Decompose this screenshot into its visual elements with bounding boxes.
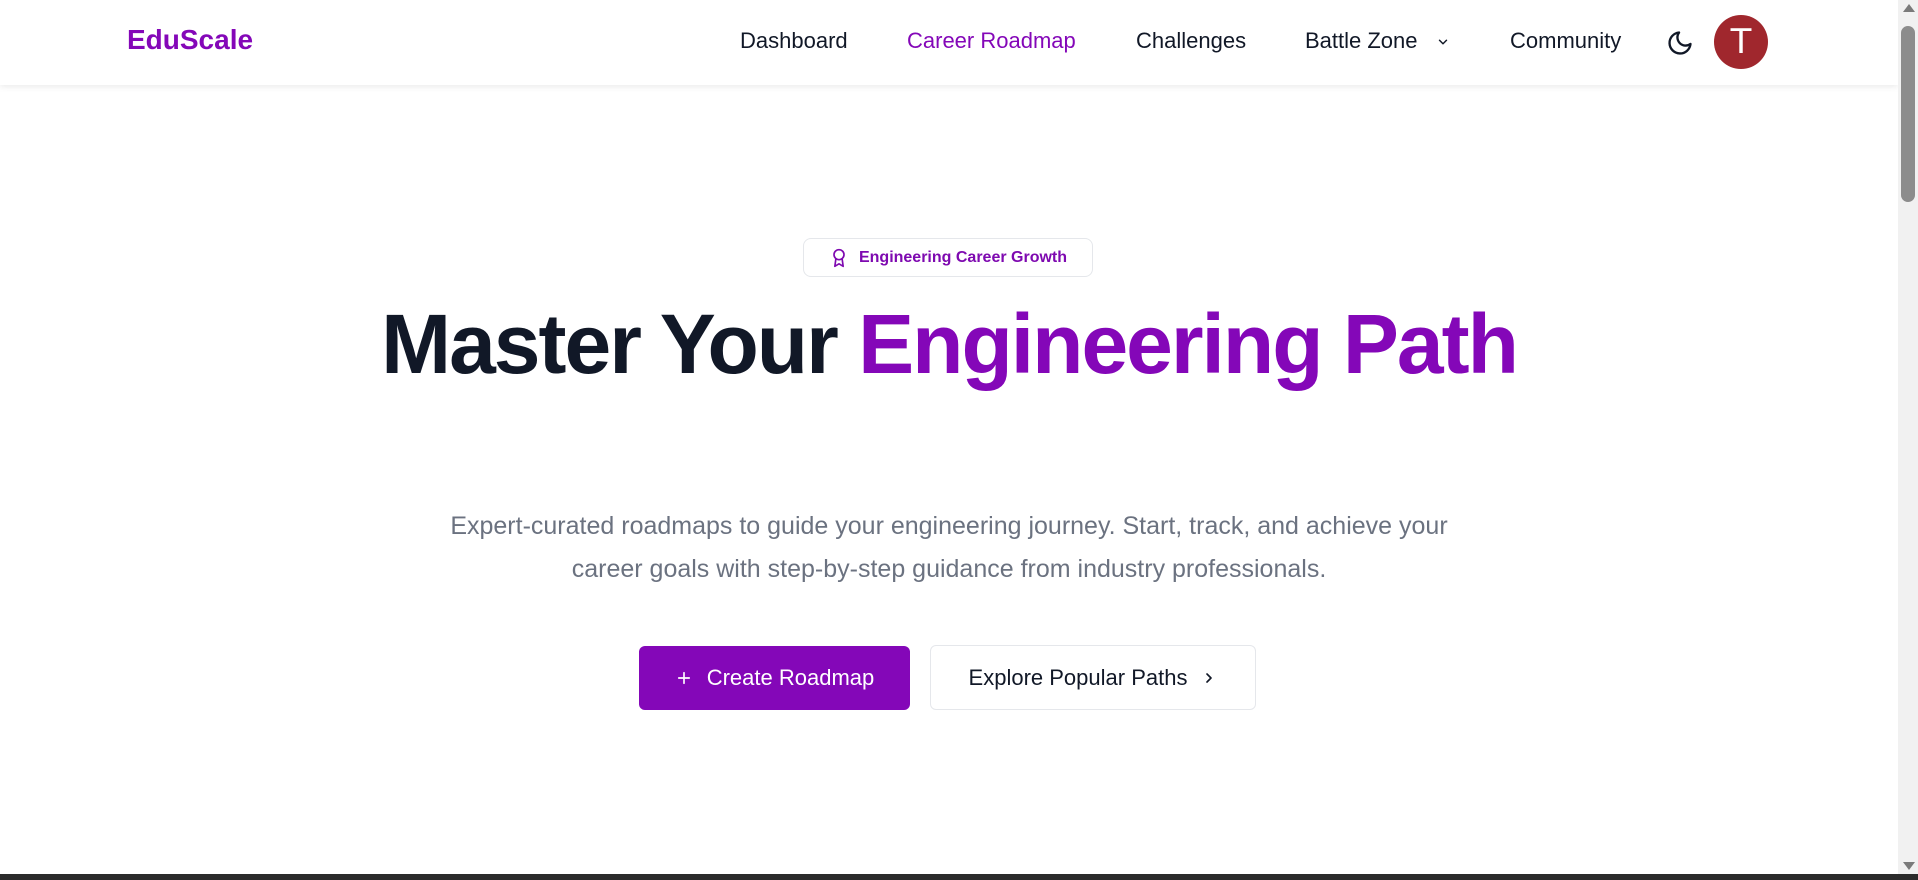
page: EduScale Dashboard Career Roadmap Challe… [0, 0, 1918, 880]
vertical-scrollbar[interactable] [1898, 0, 1918, 874]
user-avatar[interactable]: T [1714, 15, 1768, 69]
nav-battle-zone-label: Battle Zone [1305, 28, 1418, 53]
scroll-down-arrow-icon[interactable] [1903, 862, 1915, 870]
nav-battle-zone[interactable]: Battle Zone [1305, 28, 1450, 54]
nav-community[interactable]: Community [1510, 28, 1621, 54]
create-roadmap-label: Create Roadmap [706, 665, 875, 690]
scrollbar-thumb[interactable] [1901, 26, 1915, 202]
create-roadmap-button[interactable]: Create Roadmap [639, 646, 910, 710]
plus-icon [677, 671, 690, 685]
hero-headline-accent: Engineering Path [858, 297, 1519, 391]
explore-popular-paths-label: Explore Popular Paths [968, 664, 1188, 690]
brand-logo-link[interactable]: EduScale [127, 24, 253, 56]
explore-popular-paths-button[interactable]: Explore Popular Paths [930, 645, 1256, 710]
hero-headline-part1: Master Your [381, 297, 859, 391]
chevron-down-icon [1438, 39, 1447, 45]
hero-subtitle: Expert-curated roadmaps to guide your en… [450, 512, 1448, 583]
window-bottom-edge [0, 874, 1918, 880]
hero-badge-label: Engineering Career Growth [858, 248, 1068, 266]
nav-dashboard[interactable]: Dashboard [740, 28, 848, 54]
nav-challenges[interactable]: Challenges [1136, 28, 1246, 54]
hero-badge: Engineering Career Growth [803, 238, 1093, 277]
hero-headline-part2: Engineering Path [858, 297, 1519, 391]
scroll-up-arrow-icon[interactable] [1903, 4, 1915, 12]
award-icon [833, 248, 845, 267]
moon-icon[interactable] [1666, 29, 1694, 57]
chevron-right-icon [1206, 672, 1213, 683]
hero-headline: Master Your Engineering Path [0, 302, 1898, 386]
top-navigation-bar: EduScale Dashboard Career Roadmap Challe… [0, 0, 1898, 85]
nav-career-roadmap[interactable]: Career Roadmap [907, 28, 1076, 54]
